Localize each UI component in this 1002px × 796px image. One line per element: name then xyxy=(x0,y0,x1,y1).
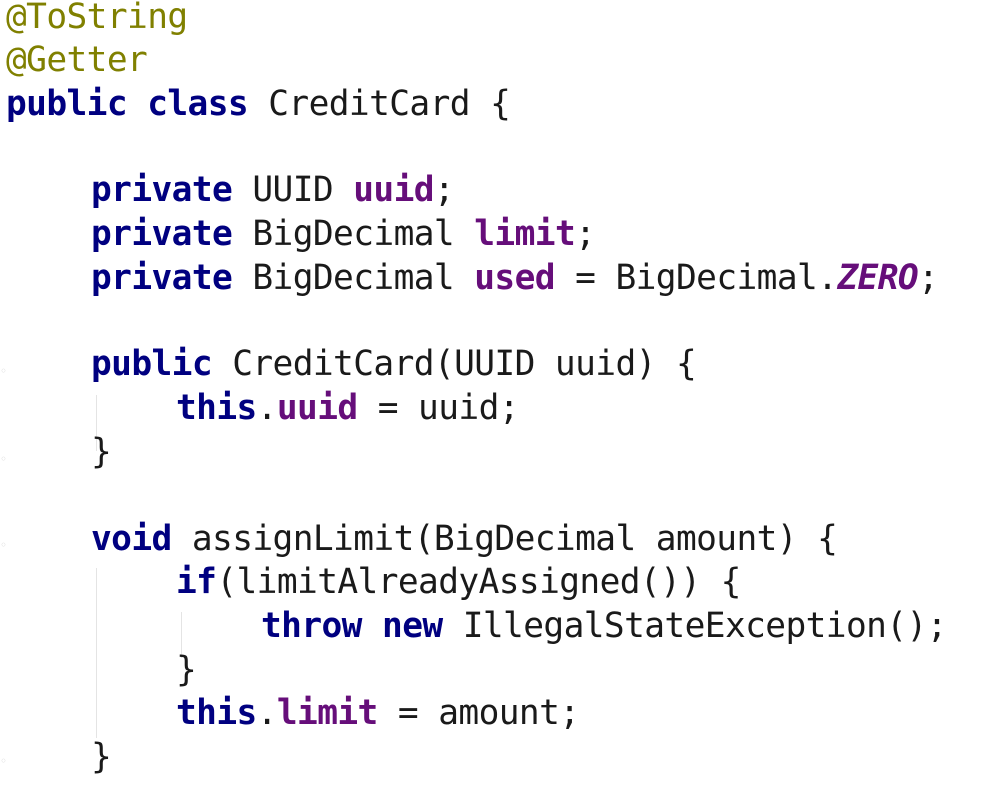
code-token: public xyxy=(91,344,213,384)
code-token: = BigDecimal. xyxy=(554,258,838,298)
code-token: @ToString xyxy=(6,0,188,37)
code-line[interactable]: this.limit = amount; xyxy=(176,691,580,735)
code-token: CreditCard(UUID uuid) { xyxy=(212,344,697,384)
code-token: used xyxy=(474,258,555,298)
code-token: this xyxy=(176,693,257,733)
code-line[interactable]: throw new IllegalStateException(); xyxy=(261,604,947,648)
code-token: = uuid; xyxy=(357,388,520,428)
code-token: } xyxy=(91,432,112,472)
code-line[interactable]: @Getter xyxy=(6,38,148,82)
code-token: private xyxy=(91,214,233,254)
code-token: uuid xyxy=(276,388,358,428)
code-line[interactable]: private BigDecimal used = BigDecimal.ZER… xyxy=(91,256,939,300)
code-line[interactable]: } xyxy=(176,648,197,692)
code-token: limit xyxy=(276,693,378,733)
code-token: ; xyxy=(918,258,939,298)
code-line[interactable]: this.uuid = uuid; xyxy=(176,386,520,430)
fold-marker-icon[interactable]: ◦ xyxy=(0,362,7,380)
code-token: ; xyxy=(433,170,455,210)
code-token: private xyxy=(91,170,233,210)
code-token: @Getter xyxy=(6,40,148,80)
code-token: throw xyxy=(261,606,362,646)
code-line[interactable]: private UUID uuid; xyxy=(91,168,455,212)
code-line[interactable]: } xyxy=(91,735,112,779)
code-token: ; xyxy=(575,214,596,254)
code-token: BigDecimal xyxy=(232,214,475,254)
code-line[interactable]: public class CreditCard { xyxy=(6,82,511,126)
code-token: class xyxy=(147,84,249,124)
code-line[interactable]: void assignLimit(BigDecimal amount) { xyxy=(91,517,838,561)
code-token: UUID xyxy=(232,170,354,210)
code-token: uuid xyxy=(353,170,434,210)
code-token: . xyxy=(256,693,278,733)
code-line[interactable]: } xyxy=(91,430,112,474)
code-editor[interactable]: ◦ ◦ ◦ ◦ @ToString @Getter public class Cre… xyxy=(0,0,1002,796)
code-token: } xyxy=(176,650,197,690)
code-token: = amount; xyxy=(377,693,580,733)
code-token: if xyxy=(176,562,217,602)
code-token: } xyxy=(91,737,112,777)
code-token: BigDecimal xyxy=(232,258,475,298)
code-token: new xyxy=(382,606,443,646)
code-line[interactable]: @ToString xyxy=(6,0,188,39)
code-token: private xyxy=(91,258,233,298)
fold-marker-icon[interactable]: ◦ xyxy=(0,450,7,468)
code-token: ZERO xyxy=(837,258,919,298)
code-token: (limitAlreadyAssigned()) { xyxy=(216,562,741,602)
code-token: public xyxy=(6,84,128,124)
code-token: . xyxy=(256,388,278,428)
indent-guide xyxy=(96,568,97,738)
code-token: IllegalStateException(); xyxy=(442,606,948,646)
code-token: assignLimit(BigDecimal amount) { xyxy=(171,519,838,559)
fold-marker-icon[interactable]: ◦ xyxy=(0,536,7,554)
code-token: CreditCard { xyxy=(248,84,511,124)
code-token: void xyxy=(91,519,172,559)
code-token: this xyxy=(176,388,257,428)
code-token: limit xyxy=(474,214,576,254)
code-line[interactable]: private BigDecimal limit; xyxy=(91,212,596,256)
code-line[interactable]: public CreditCard(UUID uuid) { xyxy=(91,342,697,386)
code-line[interactable]: if(limitAlreadyAssigned()) { xyxy=(176,560,741,604)
fold-marker-icon[interactable]: ◦ xyxy=(0,752,7,770)
